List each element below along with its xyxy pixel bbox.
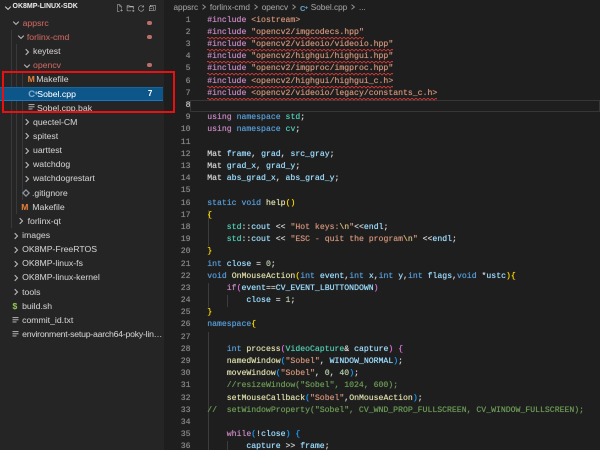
svg-text:C: C [300, 4, 306, 12]
